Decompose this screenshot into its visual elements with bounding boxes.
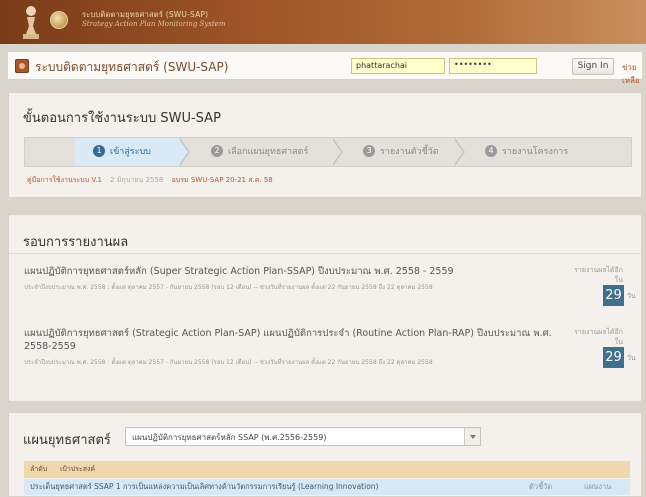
report-item: แผนปฏิบัติการยุทธศาสตร์หลัก (Super Strat… <box>24 265 564 292</box>
report-meta: ประจำปีงบประมาณ พ.ศ. 2558 : ตั้งแต่ ตุลา… <box>24 284 433 291</box>
days-count-badge: 29 <box>603 347 624 368</box>
header-banner: ระบบติดตามยุทธศาสตร์ (SWU-SAP) Strategy … <box>0 0 646 44</box>
remaining-label: รายงานผลได้อีกใน <box>574 328 623 346</box>
manual-row: คู่มือการใช้งานระบบ V.1 2 มิถุนายน 2558 … <box>27 175 273 186</box>
plan-link[interactable]: แผนงาน <box>584 479 611 495</box>
step-number: 3 <box>363 144 375 157</box>
step-number: 1 <box>93 144 105 157</box>
step-label: รายงานตัวชี้วัด <box>380 147 439 157</box>
steps-panel: ขั้นตอนการใช้งานระบบ SWU-SAP 1 เข้าสู่ระบ… <box>8 92 642 198</box>
app-title[interactable]: ระบบติดตามยุทธศาสตร์ (SWU-SAP) <box>35 58 228 77</box>
manual-link[interactable]: คู่มือการใช้งานระบบ V.1 <box>27 176 102 184</box>
training-link[interactable]: อบรม SWU-SAP 20-21 ส.ค. 58 <box>172 176 273 184</box>
help-link[interactable]: ช่วยเหลือ <box>622 61 642 87</box>
report-panel: รอบการรายงานผล แผนปฏิบัติการยุทธศาสตร์หล… <box>8 214 642 402</box>
step-label: เลือกแผนยุทธศาสตร์ <box>228 147 309 157</box>
app-logo-icon <box>15 59 29 73</box>
step-separator <box>454 138 465 166</box>
username-field[interactable]: phattarachai <box>351 58 445 74</box>
remaining-label: รายงานผลได้อีกใน <box>574 266 623 284</box>
table-header: ลำดับ เป้าประสงค์ <box>24 461 630 478</box>
strategy-plan-select[interactable]: แผนปฏิบัติการยุทธศาสตร์หลัก SSAP (พ.ศ.25… <box>125 427 481 446</box>
step-label: รายงานโครงการ <box>502 147 569 157</box>
chess-pawn-icon <box>23 6 39 39</box>
step-number: 2 <box>211 144 223 157</box>
column-header-order: ลำดับ <box>30 465 48 473</box>
selected-plan: แผนปฏิบัติการยุทธศาสตร์หลัก SSAP (พ.ศ.25… <box>132 433 327 442</box>
table-row[interactable]: ประเด็นยุทธศาสตร์ SSAP 1 การเป็นแหล่งควา… <box>24 479 630 495</box>
report-title[interactable]: แผนปฏิบัติการยุทธศาสตร์ (Strategic Actio… <box>24 327 564 353</box>
report-title[interactable]: แผนปฏิบัติการยุทธศาสตร์หลัก (Super Strat… <box>24 265 564 278</box>
steps-panel-title: ขั้นตอนการใช้งานระบบ SWU-SAP <box>23 111 221 126</box>
days-unit: วัน <box>627 292 636 300</box>
step-number: 4 <box>485 144 497 157</box>
banner-subtitle: Strategy Action Plan Monitoring System <box>82 20 226 28</box>
report-item: แผนปฏิบัติการยุทธศาสตร์ (Strategic Actio… <box>24 327 564 367</box>
sign-in-button[interactable]: Sign In <box>572 58 614 75</box>
divider <box>9 253 641 254</box>
steps-bar: 1 เข้าสู่ระบบ 2 เลือกแผนยุทธศาสตร์ 3 รายงาน… <box>24 137 632 167</box>
step-separator <box>332 138 343 166</box>
top-bar: ระบบติดตามยุทธศาสตร์ (SWU-SAP) phattarac… <box>8 52 642 85</box>
step-select-plan[interactable]: 2 เลือกแผนยุทธศาสตร์ <box>193 138 333 166</box>
strategy-panel: แผนยุทธศาสตร์ แผนปฏิบัติการยุทธศาสตร์หลั… <box>8 412 642 497</box>
chevron-down-icon[interactable] <box>464 428 480 445</box>
report-panel-title: รอบการรายงานผล <box>23 235 129 250</box>
row-text: ประเด็นยุทธศาสตร์ SSAP 1 การเป็นแหล่งควา… <box>30 482 379 491</box>
manual-date: 2 มิถุนายน 2558 <box>110 176 164 184</box>
report-meta: ประจำปีงบประมาณ พ.ศ. 2558 : ตั้งแต่ ตุลา… <box>24 359 433 366</box>
step-label: เข้าสู่ระบบ <box>110 147 151 157</box>
kpi-link[interactable]: ตัวชี้วัด <box>529 479 552 495</box>
step-report-project[interactable]: 4 รายงานโครงการ <box>467 138 607 166</box>
university-seal-icon <box>50 11 68 29</box>
days-unit: วัน <box>627 354 636 362</box>
step-login[interactable]: 1 เข้าสู่ระบบ <box>75 138 180 166</box>
step-separator <box>179 138 190 166</box>
column-header-goal: เป้าประสงค์ <box>60 465 96 473</box>
step-report-kpi[interactable]: 3 รายงานตัวชี้วัด <box>345 138 455 166</box>
days-count-badge: 29 <box>603 285 624 306</box>
password-field[interactable]: •••••••• <box>449 58 537 74</box>
strategy-panel-title: แผนยุทธศาสตร์ <box>23 433 111 448</box>
